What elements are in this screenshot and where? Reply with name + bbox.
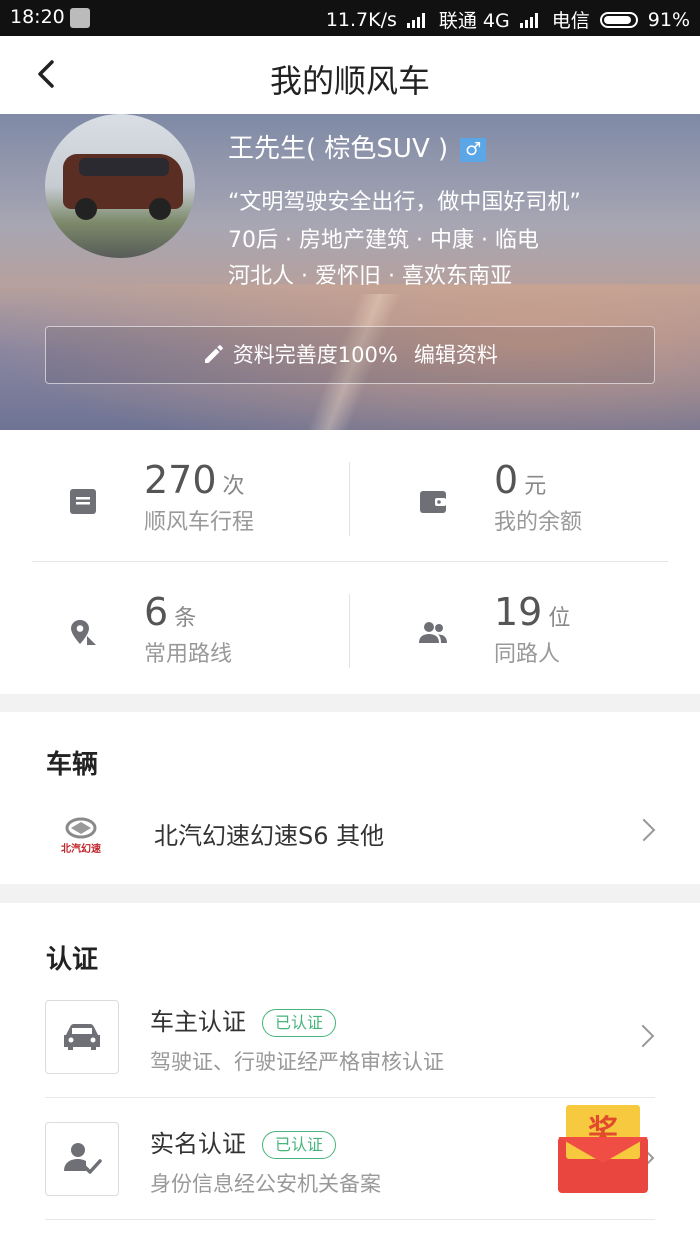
edit-profile-button[interactable]: 资料完善度100% 编辑资料 [45,326,655,384]
stats-panel: 270 次 顺风车行程 0元 我的余额 6条 常用路线 19 位 同路人 [0,430,700,694]
stat-number: 0 [494,458,519,502]
stat-value: 270 次 [144,458,245,502]
envelope-flap [558,1137,648,1163]
message-icon [70,8,90,28]
profile-tags-2: 河北人 · 爱怀旧 · 喜欢东南亚 [228,264,512,289]
avatar[interactable] [45,114,195,258]
edit-profile-label: 编辑资料 [413,343,498,367]
stat-label: 同路人 [494,642,561,667]
stat-trips[interactable]: 270 次 顺风车行程 [32,458,332,558]
completion-text: 资料完善度100% [232,343,398,367]
profile-name: 王先生( 棕色SUV ) ♂ [228,128,487,165]
stat-label: 我的余额 [494,510,583,535]
stat-unit: 元 [524,474,547,499]
stat-unit: 次 [222,474,245,499]
stat-number: 270 [144,458,217,502]
divider [349,462,350,536]
brand-logo: 北汽幻速 [56,816,106,856]
network-speed: 11.7K/s [325,8,397,31]
stat-companions[interactable]: 19 位 同路人 [382,590,682,690]
cert-icon-box [45,1000,119,1074]
stat-balance[interactable]: 0元 我的余额 [382,458,682,558]
reward-envelope-button[interactable]: 奖 [558,1105,648,1193]
divider [45,1219,655,1220]
stat-label: 常用路线 [144,642,233,667]
stat-unit: 条 [174,606,197,631]
car-window [79,158,169,176]
stat-unit: 位 [548,606,571,631]
section-title-cert: 认证 [46,945,99,975]
status-bar: 18:20 11.7K/s 联通 4G 电信 91% [0,0,700,36]
calendar-icon [70,489,96,514]
profile-name-text: 王先生( 棕色SUV ) [228,134,449,164]
cert-desc: 驾驶证、行驶证经严格审核认证 [150,1050,444,1074]
divider [349,594,350,668]
car-wheel [149,198,171,220]
stat-value: 19 位 [494,590,570,634]
stat-value: 0元 [494,458,546,502]
signal-icon [519,12,542,28]
user-check-icon [64,1143,102,1174]
status-badge: 已认证 [262,1131,337,1159]
status-badge: 已认证 [262,1009,337,1037]
cert-desc: 身份信息经公安机关备案 [150,1172,381,1196]
section-title-vehicle: 车辆 [46,750,99,780]
carrier1-label: 联通 4G [438,10,510,32]
carrier2-label: 电信 [551,10,590,32]
signal-icon [406,12,429,28]
brand-text: 北汽幻速 [61,844,101,855]
divider [32,561,668,562]
wallet-icon [420,491,446,513]
profile-motto: “文明驾驶安全出行，做中国好司机” [228,190,581,215]
profile-tags-1: 70后 · 房地产建筑 · 中康 · 临电 [228,228,539,253]
cert-title-text: 实名认证 [150,1130,246,1158]
car-icon [64,1024,100,1050]
stat-number: 6 [144,590,169,634]
title-bar: 我的顺风车 [0,36,700,114]
cert-title: 实名认证 已认证 [150,1124,337,1159]
people-icon [419,622,447,643]
cert-item-owner[interactable]: 车主认证 已认证 驾驶证、行驶证经严格审核认证 [45,1000,655,1110]
battery-icon [599,11,638,28]
cert-title-text: 车主认证 [150,1008,246,1036]
vehicle-name[interactable]: 北汽幻速幻速S6 其他 [154,816,384,851]
chevron-right-icon[interactable] [632,818,656,842]
battery-level: 91% [647,8,690,31]
route-pin-icon [71,620,96,645]
chevron-right-icon [631,1024,655,1048]
car-wheel [75,198,97,220]
pencil-icon [205,345,224,363]
cert-title: 车主认证 已认证 [150,1002,337,1037]
divider [45,1097,655,1098]
cert-icon-box [45,1122,119,1196]
profile-header: 王先生( 棕色SUV ) ♂ “文明驾驶安全出行，做中国好司机” 70后 · 房地… [0,114,700,430]
status-time: 18:20 [10,6,65,28]
stat-number: 19 [494,590,543,634]
male-icon: ♂ [460,137,487,162]
stat-routes[interactable]: 6条 常用路线 [32,590,332,690]
stat-label: 顺风车行程 [144,510,255,535]
stat-value: 6条 [144,590,196,634]
vehicle-section: 车辆 北汽幻速 北汽幻速幻速S6 其他 [0,712,700,884]
page-title: 我的顺风车 [269,62,430,100]
